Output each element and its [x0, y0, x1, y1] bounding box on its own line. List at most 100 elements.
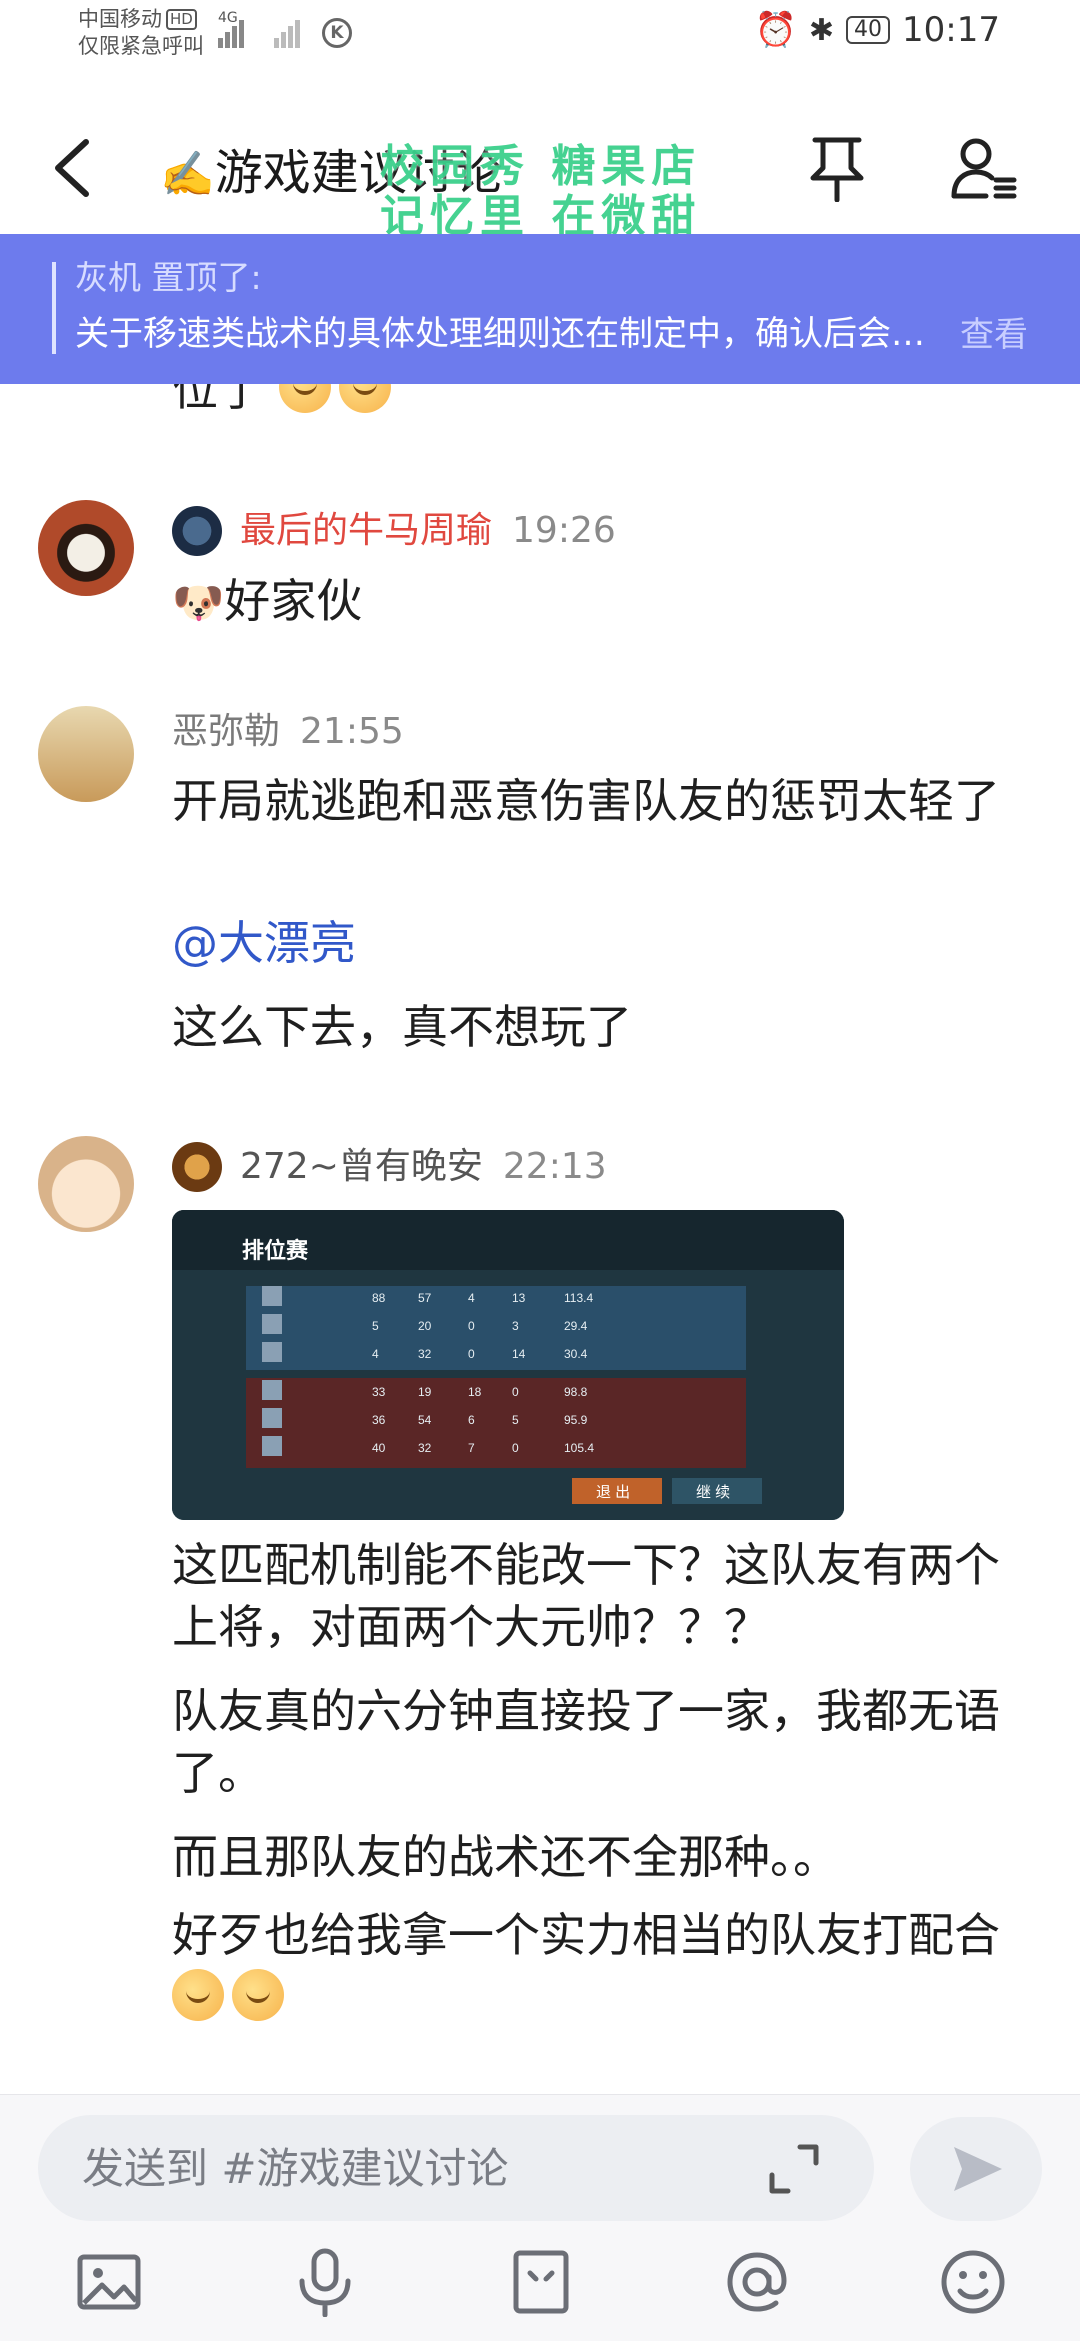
- continue-label: 继 续: [696, 1484, 730, 1501]
- members-icon[interactable]: [950, 134, 1018, 202]
- score-cell: 0: [468, 1347, 475, 1361]
- score-cell: 7: [468, 1441, 475, 1455]
- sender-name[interactable]: 恶弥勒: [172, 708, 280, 756]
- bluetooth-icon: ✱: [808, 12, 835, 48]
- image-icon[interactable]: [74, 2247, 144, 2317]
- message-text: 这匹配机制能不能改一下？这队友有两个上将，对面两个大元帅？？？: [172, 1538, 1000, 1654]
- score-cell: 13: [512, 1291, 526, 1305]
- score-cell: 6: [468, 1413, 475, 1427]
- composer: 发送到 #游戏建议讨论: [0, 2094, 1080, 2341]
- signal-no-service-icon: [274, 14, 302, 48]
- rank-badge-icon: [172, 506, 222, 556]
- message-list[interactable]: 位了 最后的牛马周瑜 19:26 🐶好家伙 恶弥勒 21:55 开局就逃跑和恶意…: [0, 384, 1080, 2094]
- match-result-graphic: 排位赛 退 出 继 续 88 57 4 13 113.45 20 0 3 29.44 32 0 14 3…: [172, 1210, 844, 1520]
- dog-emoji-icon: 🐶: [172, 578, 225, 627]
- score-cell: 32: [418, 1441, 432, 1455]
- score-cell: 98.8: [564, 1385, 588, 1399]
- chat-header: ✍️游戏建议讨论 校园秀 糖果店 记忆里 在微甜: [0, 70, 1080, 242]
- sticker-icon[interactable]: [506, 2247, 576, 2317]
- pinned-bar: [52, 262, 56, 354]
- pin-icon[interactable]: [805, 134, 869, 202]
- status-right: ⏰ ✱ 40 10:17: [755, 10, 1000, 50]
- game-screenshot-image[interactable]: 排位赛 退 出 继 续 88 57 4 13 113.4 5 20 0 3 29.4 4 32 0 14 3…: [172, 1210, 844, 1520]
- message-text-partial: 位了: [172, 384, 1002, 420]
- pinned-message: 关于移速类战术的具体处理细则还在制定中，确认后会第一时间公告: [75, 314, 925, 354]
- score-cell: 40: [372, 1441, 386, 1455]
- back-arrow-icon[interactable]: [48, 138, 98, 198]
- message-meta: 恶弥勒 21:55: [172, 708, 404, 756]
- player-avatar: [262, 1342, 282, 1362]
- score-cell: 0: [512, 1385, 519, 1399]
- partial-text: 位了: [172, 384, 264, 416]
- message-text: 开局就逃跑和恶意伤害队友的惩罚太轻了: [172, 774, 1000, 828]
- score-cell: 5: [512, 1413, 519, 1427]
- signal-icon: 4G: [218, 10, 246, 48]
- carrier-name: 中国移动: [78, 7, 162, 31]
- score-cell: 14: [512, 1347, 526, 1361]
- message-time: 21:55: [300, 711, 404, 752]
- player-avatar: [262, 1408, 282, 1428]
- at-mention-icon[interactable]: [722, 2247, 792, 2317]
- hot-face-emoji-icon: [278, 384, 331, 413]
- sleeping-face-emoji-icon: [232, 1969, 284, 2021]
- rank-badge-icon: [172, 1142, 222, 1192]
- player-avatar: [262, 1314, 282, 1334]
- message-input[interactable]: 发送到 #游戏建议讨论: [38, 2115, 874, 2221]
- composer-toolbar: [0, 2235, 1080, 2335]
- score-cell: 33: [372, 1385, 386, 1399]
- score-cell: 4: [372, 1347, 379, 1361]
- message-meta: 最后的牛马周瑜 19:26: [172, 506, 616, 556]
- pinned-view-button[interactable]: 查看: [960, 312, 1028, 358]
- sender-name[interactable]: 最后的牛马周瑜: [240, 507, 492, 555]
- message-text: 队友真的六分钟直接投了一家，我都无语了。: [172, 1684, 1000, 1800]
- score-cell: 5: [372, 1319, 379, 1333]
- status-bar: 中国移动 HD 仅限紧急呼叫 4G K ⏰ ✱ 40 10:17: [0, 0, 1080, 70]
- player-avatar: [262, 1286, 282, 1306]
- score-cell: 0: [512, 1441, 519, 1455]
- battery-icon: 40: [846, 16, 891, 44]
- score-cell: 19: [418, 1385, 432, 1399]
- message-meta: 272~曾有晚安 22:13: [172, 1142, 607, 1192]
- score-cell: 4: [468, 1291, 475, 1305]
- score-cell: 95.9: [564, 1413, 588, 1427]
- expand-icon[interactable]: [766, 2141, 822, 2197]
- k-icon: K: [322, 18, 352, 48]
- score-cell: 88: [372, 1291, 386, 1305]
- emergency-text: 仅限紧急呼叫: [78, 34, 204, 58]
- pinned-label: 灰机 置顶了:: [75, 258, 262, 297]
- score-cell: 36: [372, 1413, 386, 1427]
- pinned-banner[interactable]: 灰机 置顶了: 关于移速类战术的具体处理细则还在制定中，确认后会第一时间公告 查…: [0, 234, 1080, 384]
- network-type: 4G: [218, 10, 238, 26]
- avatar[interactable]: [38, 1136, 134, 1232]
- send-button[interactable]: [910, 2117, 1042, 2221]
- sender-name[interactable]: 272~曾有晚安: [240, 1143, 483, 1191]
- message-time: 22:13: [502, 1146, 607, 1187]
- score-cell: 57: [418, 1291, 432, 1305]
- score-cell: 0: [468, 1319, 475, 1333]
- score-cell: 29.4: [564, 1319, 588, 1333]
- carrier-info: 中国移动 HD 仅限紧急呼叫: [78, 6, 204, 60]
- score-cell: 18: [468, 1385, 482, 1399]
- hd-badge: HD: [166, 9, 197, 30]
- score-cell: 113.4: [564, 1291, 593, 1305]
- message-text: 而且那队友的战术还不全那种。。: [172, 1830, 839, 1884]
- message-body: 好家伙: [224, 574, 363, 628]
- message-time: 19:26: [512, 510, 616, 551]
- avatar[interactable]: [38, 500, 134, 596]
- sleeping-face-emoji-icon: [172, 1969, 224, 2021]
- score-cell: 3: [512, 1319, 519, 1333]
- alarm-icon: ⏰: [754, 10, 797, 50]
- player-avatar: [262, 1436, 282, 1456]
- score-cell: 32: [418, 1347, 432, 1361]
- message-text: 这么下去，真不想玩了: [172, 1000, 632, 1054]
- player-avatar: [262, 1380, 282, 1400]
- microphone-icon[interactable]: [290, 2247, 360, 2317]
- watermark: 校园秀 糖果店 记忆里 在微甜: [380, 142, 701, 242]
- mention-link[interactable]: @大漂亮: [172, 912, 1002, 974]
- emoji-icon[interactable]: [938, 2247, 1008, 2317]
- avatar[interactable]: [38, 706, 134, 802]
- score-cell: 20: [418, 1319, 432, 1333]
- message-input-placeholder: 发送到 #游戏建议讨论: [82, 2144, 509, 2193]
- writing-hand-icon: ✍️: [160, 149, 215, 200]
- screenshot-title: 排位赛: [242, 1238, 309, 1263]
